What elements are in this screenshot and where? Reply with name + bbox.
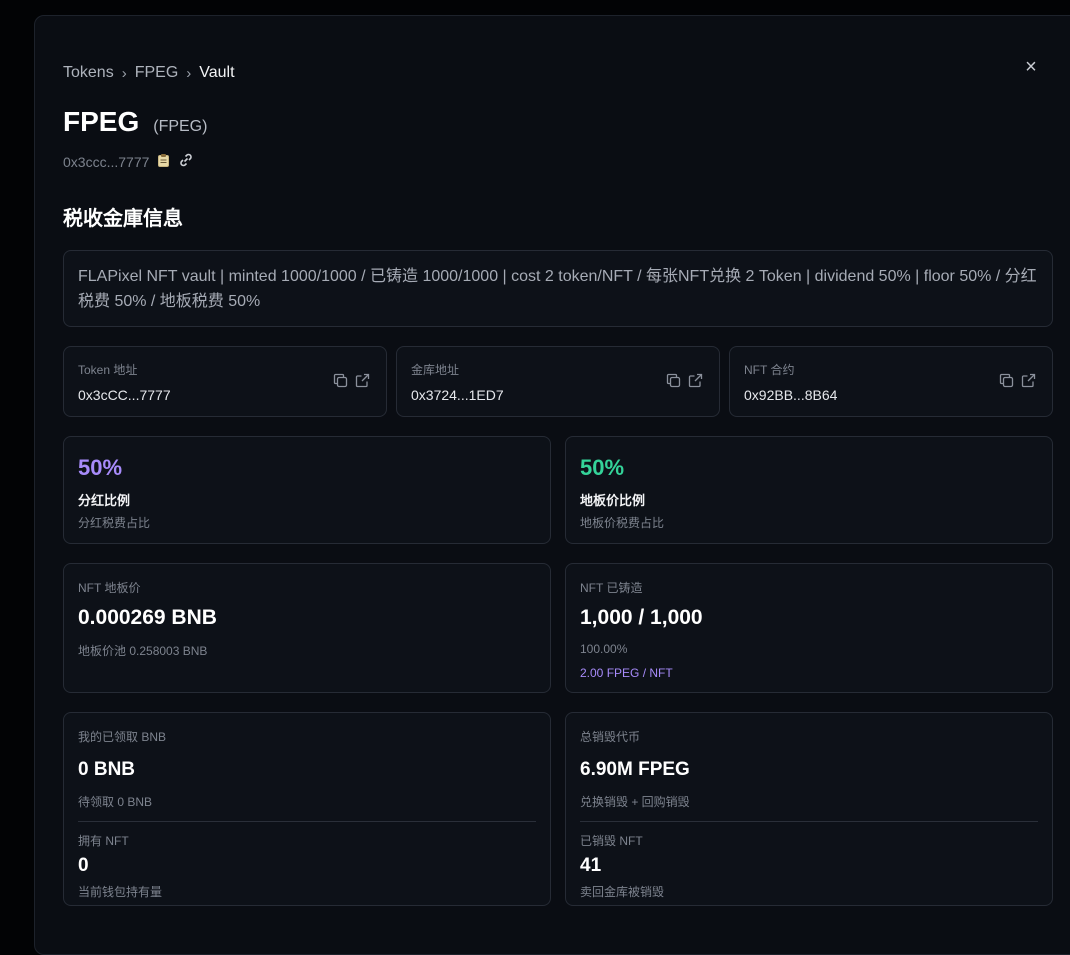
- external-link-icon[interactable]: [688, 373, 703, 391]
- chevron-right-icon: ›: [121, 64, 127, 82]
- floor-pool-value: 地板价池 0.258003 BNB: [78, 644, 208, 658]
- copy-icon[interactable]: [999, 373, 1014, 391]
- page-title: FPEG (FPEG): [63, 106, 207, 138]
- dividend-ratio-title: 分红比例: [78, 493, 131, 508]
- copy-icon[interactable]: [333, 373, 348, 391]
- dividend-ratio-subtitle: 分红税费占比: [78, 516, 151, 530]
- token-address-line: 0x3ccc...7777: [63, 152, 194, 171]
- external-link-icon[interactable]: [1021, 373, 1036, 391]
- token-symbol: (FPEG): [153, 118, 208, 135]
- claimed-bnb-card: 我的已领取 BNB 0 BNB 待领取 0 BNB 拥有 NFT 0 当前钱包持…: [63, 712, 551, 906]
- floor-ratio-subtitle: 地板价税费占比: [580, 516, 665, 530]
- token-address-label: Token 地址: [78, 363, 138, 377]
- nft-contract-label: NFT 合约: [744, 363, 795, 377]
- dividend-ratio-value: 50%: [78, 455, 123, 480]
- floor-price-value: 0.000269 BNB: [78, 606, 217, 629]
- clipboard-icon[interactable]: [157, 153, 170, 170]
- section-title: 税收金庫信息: [63, 208, 183, 230]
- nft-contract-value: 0x92BB...8B64: [744, 387, 838, 403]
- burned-nft-label: 已销毁 NFT: [580, 834, 643, 848]
- pending-bnb-value: 待领取 0 BNB: [78, 795, 153, 809]
- nft-mint-rate: 2.00 FPEG / NFT: [580, 666, 673, 680]
- link-icon[interactable]: [178, 152, 194, 171]
- close-icon[interactable]: ×: [1020, 56, 1042, 78]
- nft-minted-card: NFT 已铸造 1,000 / 1,000 100.00% 2.00 FPEG …: [565, 563, 1053, 693]
- floor-price-card: NFT 地板价 0.000269 BNB 地板价池 0.258003 BNB: [63, 563, 551, 693]
- token-address-value: 0x3cCC...7777: [78, 387, 171, 403]
- breadcrumb-tokens[interactable]: Tokens: [63, 64, 114, 82]
- burned-tokens-card: 总销毁代币 6.90M FPEG 兑换销毁 + 回购销毁 已销毁 NFT 41 …: [565, 712, 1053, 906]
- copy-icon[interactable]: [666, 373, 681, 391]
- floor-ratio-title: 地板价比例: [580, 493, 646, 508]
- floor-ratio-value: 50%: [580, 455, 625, 480]
- divider: [78, 821, 536, 822]
- floor-price-label: NFT 地板价: [78, 581, 141, 595]
- burned-nft-value: 41: [580, 855, 602, 876]
- claimed-bnb-value: 0 BNB: [78, 759, 136, 780]
- nft-minted-percent: 100.00%: [580, 642, 628, 656]
- nft-minted-label: NFT 已铸造: [580, 581, 643, 595]
- chevron-right-icon: ›: [186, 64, 192, 82]
- owned-nft-subtitle: 当前钱包持有量: [78, 885, 163, 899]
- nft-minted-value: 1,000 / 1,000: [580, 606, 703, 629]
- dividend-ratio-card: 50% 分红比例 分红税费占比: [63, 436, 551, 544]
- breadcrumb: Tokens › FPEG › Vault: [63, 64, 235, 82]
- vault-description: FLAPixel NFT vault | minted 1000/1000 / …: [63, 250, 1053, 327]
- vault-address-label: 金库地址: [411, 363, 460, 377]
- breadcrumb-vault: Vault: [199, 64, 235, 81]
- token-name: FPEG: [63, 106, 140, 137]
- token-short-address: 0x3ccc...7777: [63, 153, 150, 170]
- nft-contract-card: NFT 合约 0x92BB...8B64: [729, 346, 1053, 417]
- vault-address-card: 金库地址 0x3724...1ED7: [396, 346, 720, 417]
- floor-ratio-card: 50% 地板价比例 地板价税费占比: [565, 436, 1053, 544]
- burned-nft-subtitle: 卖回金库被销毁: [580, 885, 665, 899]
- vault-address-value: 0x3724...1ED7: [411, 387, 504, 403]
- burned-tokens-value: 6.90M FPEG: [580, 759, 690, 780]
- external-link-icon[interactable]: [355, 373, 370, 391]
- claimed-bnb-label: 我的已领取 BNB: [78, 730, 167, 744]
- burned-tokens-subtitle: 兑换销毁 + 回购销毁: [580, 795, 690, 809]
- owned-nft-label: 拥有 NFT: [78, 834, 129, 848]
- divider: [580, 821, 1038, 822]
- owned-nft-value: 0: [78, 855, 89, 876]
- burned-tokens-label: 总销毁代币: [580, 730, 641, 744]
- token-address-card: Token 地址 0x3cCC...7777: [63, 346, 387, 417]
- breadcrumb-fpeg[interactable]: FPEG: [135, 64, 179, 82]
